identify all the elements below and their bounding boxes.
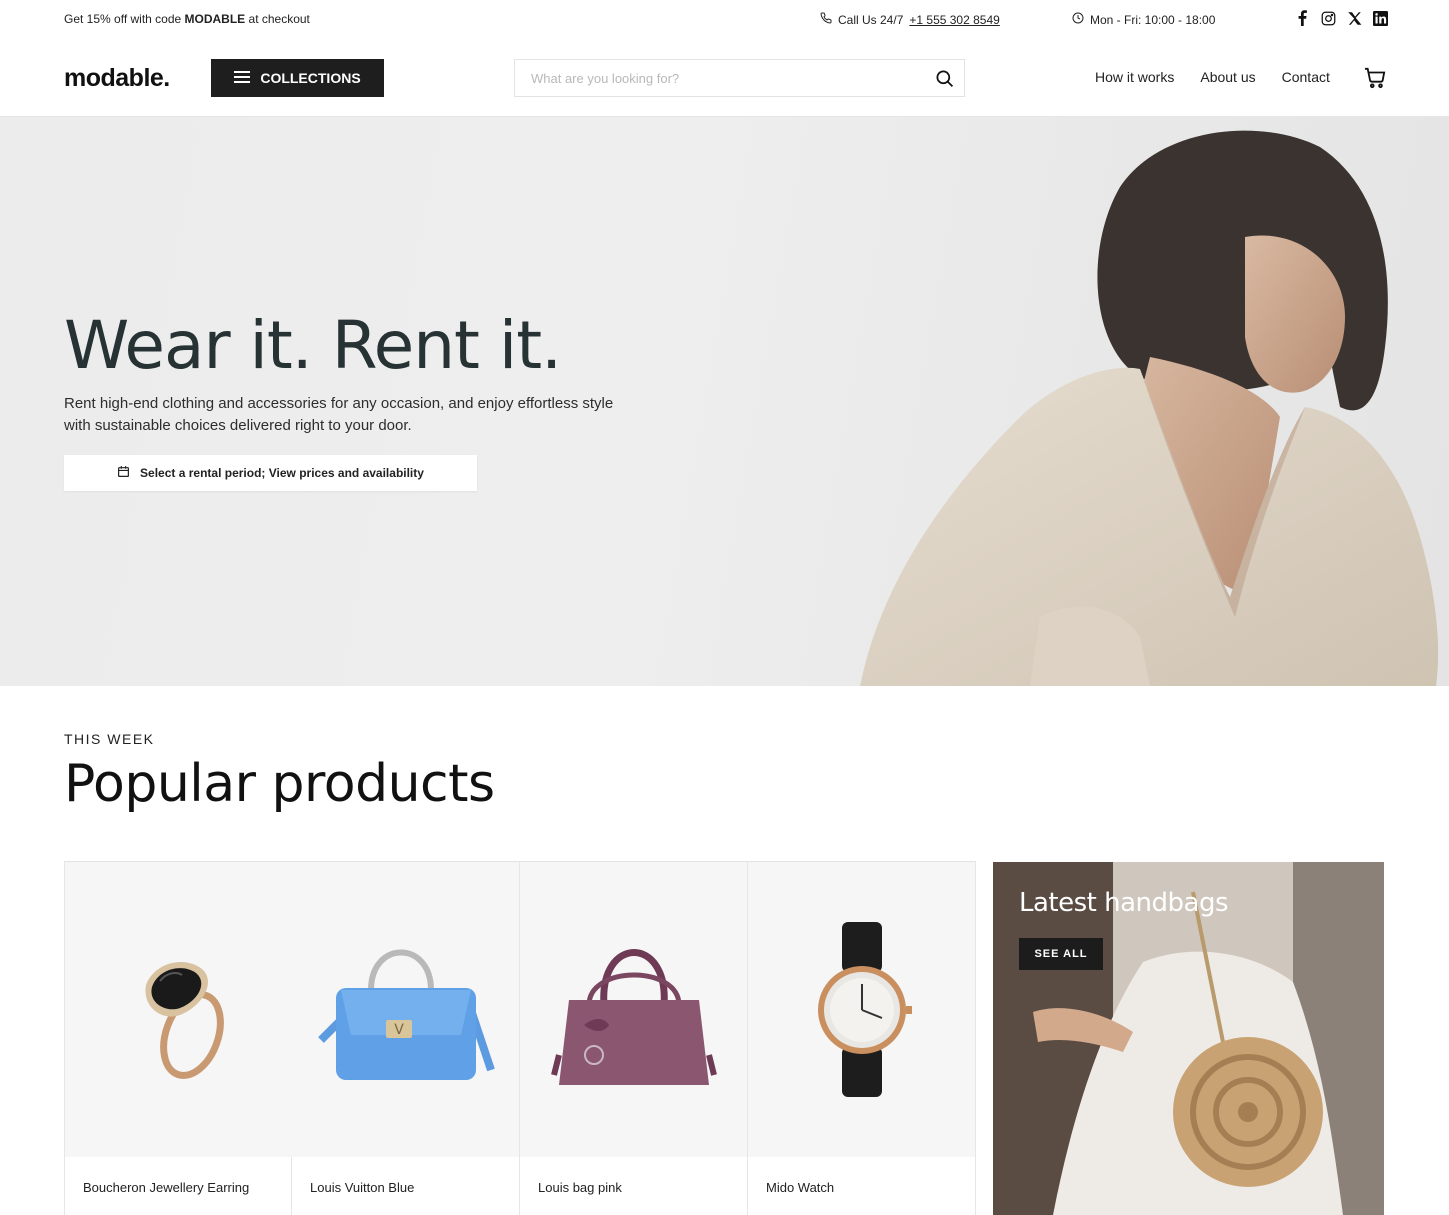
section-title: Popular products: [64, 754, 495, 814]
search-input[interactable]: [515, 60, 925, 96]
product-name[interactable]: Louis Vuitton Blue: [310, 1180, 414, 1195]
x-icon[interactable]: [1346, 10, 1362, 26]
section-eyebrow: THIS WEEK: [64, 731, 155, 747]
instagram-icon[interactable]: [1320, 10, 1336, 26]
product-image-watch[interactable]: [748, 862, 975, 1157]
clock-icon: [1072, 12, 1084, 27]
product-card[interactable]: Boucheron Jewellery Earring: [64, 862, 292, 1215]
promo-code: MODABLE: [184, 12, 246, 26]
hours-text: Mon - Fri: 10:00 - 18:00: [1090, 12, 1216, 27]
rental-period-label: Select a rental period; View prices and …: [140, 466, 424, 480]
search-icon[interactable]: [935, 69, 954, 88]
promo-text: Get 15% off with code MODABLE at checkou…: [64, 12, 310, 26]
top-bar: Get 15% off with code MODABLE at checkou…: [0, 0, 1449, 38]
main-nav: How it works About us Contact: [1095, 69, 1330, 85]
product-name[interactable]: Louis bag pink: [538, 1180, 622, 1195]
phone-link[interactable]: +1 555 302 8549: [909, 13, 999, 27]
facebook-icon[interactable]: [1294, 10, 1310, 26]
product-image-ring[interactable]: [65, 862, 292, 1157]
hero-banner: Wear it. Rent it. Rent high-end clothing…: [0, 117, 1449, 686]
menu-icon: [234, 70, 251, 86]
hero-title: Wear it. Rent it.: [64, 307, 562, 384]
product-image-pink-bag[interactable]: [520, 862, 747, 1157]
social-links: [1294, 10, 1388, 26]
product-grid: Boucheron Jewellery Earring V Louis Vuit…: [64, 861, 976, 1215]
main-header: modable. COLLECTIONS How it works About …: [0, 38, 1449, 117]
product-name[interactable]: Boucheron Jewellery Earring: [83, 1180, 249, 1195]
site-logo[interactable]: modable.: [64, 64, 170, 93]
see-all-button[interactable]: SEE ALL: [1019, 938, 1103, 970]
svg-text:V: V: [394, 1022, 404, 1038]
promo-tile-title: Latest handbags: [1019, 888, 1229, 918]
product-card[interactable]: V Louis Vuitton Blue: [292, 862, 520, 1215]
nav-contact[interactable]: Contact: [1282, 69, 1330, 85]
call-info: Call Us 24/7 +1 555 302 8549: [820, 12, 1000, 27]
collections-label: COLLECTIONS: [260, 70, 361, 86]
call-label: Call Us 24/7: [838, 12, 904, 27]
latest-handbags-tile[interactable]: Latest handbags SEE ALL: [993, 862, 1384, 1215]
nav-about-us[interactable]: About us: [1200, 69, 1255, 85]
product-card[interactable]: Mido Watch: [748, 862, 976, 1215]
nav-how-it-works[interactable]: How it works: [1095, 69, 1174, 85]
promo-prefix: Get 15% off with code: [64, 12, 185, 26]
collections-button[interactable]: COLLECTIONS: [211, 59, 384, 97]
search-bar: [514, 59, 965, 97]
hero-subtitle: Rent high-end clothing and accessories f…: [64, 395, 614, 434]
opening-hours: Mon - Fri: 10:00 - 18:00: [1072, 12, 1215, 27]
phone-icon: [820, 12, 832, 27]
cart-icon[interactable]: [1364, 67, 1386, 89]
calendar-icon: [117, 465, 130, 481]
promo-suffix: at checkout: [245, 12, 310, 26]
product-image-blue-bag[interactable]: V: [292, 862, 519, 1157]
linkedin-icon[interactable]: [1372, 10, 1388, 26]
rental-period-button[interactable]: Select a rental period; View prices and …: [64, 455, 477, 491]
product-name[interactable]: Mido Watch: [766, 1180, 834, 1195]
product-card[interactable]: Louis bag pink: [520, 862, 748, 1215]
